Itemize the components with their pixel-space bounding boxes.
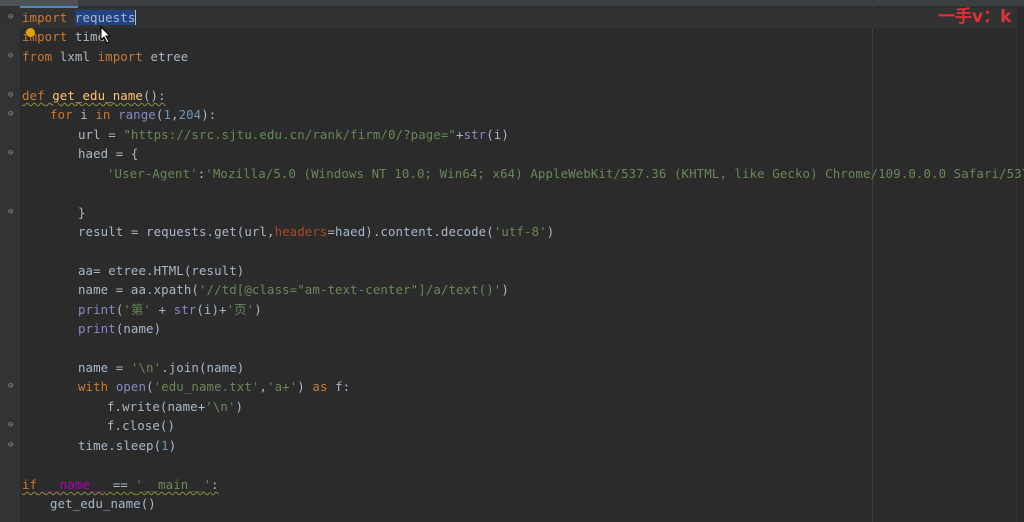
code-text: if __name__ == '__main__': [22, 477, 219, 492]
code-line[interactable]: url = "https://src.sjtu.edu.cn/rank/firm… [0, 125, 1016, 145]
editor-tab[interactable] [196, 0, 304, 6]
code-line[interactable]: name = '\n'.join(name) [0, 358, 1016, 378]
code-text: get_edu_name() [50, 496, 156, 511]
code-line[interactable]: result = requests.get(url,headers=haed).… [0, 222, 1016, 242]
fold-marker-icon[interactable]: ⊖ [8, 13, 15, 22]
code-text: print(name) [78, 321, 162, 336]
fold-marker-icon[interactable]: ⊖ [8, 52, 15, 61]
fold-marker-icon[interactable]: ⊖ [8, 110, 15, 119]
code-line[interactable]: ⊖ f.close() [0, 416, 1016, 436]
editor-tab[interactable] [310, 0, 400, 6]
code-line[interactable]: ⊖ for i in range(1,204): [0, 105, 1016, 125]
code-text: 'User-Agent':'Mozilla/5.0 (Windows NT 10… [107, 166, 1024, 181]
code-text: time.sleep(1) [78, 438, 177, 453]
code-line[interactable]: 'User-Agent':'Mozilla/5.0 (Windows NT 10… [0, 164, 1024, 184]
code-line[interactable]: ⊖ def get_edu_name(): [0, 86, 1016, 106]
code-line[interactable]: ⊖ import requests [0, 8, 1016, 28]
fold-marker-icon[interactable]: ⊖ [8, 382, 15, 391]
fold-marker-icon[interactable]: ⊖ [8, 149, 15, 158]
fold-marker-icon[interactable]: ⊖ [8, 91, 15, 100]
code-line[interactable]: print('第' + str(i)+'页') [0, 300, 1016, 320]
code-line[interactable]: aa= etree.HTML(result) [0, 261, 1016, 281]
code-text: def get_edu_name(): [22, 88, 166, 103]
code-text: for i in range(1,204): [50, 107, 217, 122]
code-text: aa= etree.HTML(result) [78, 263, 245, 278]
code-text: from lxml import etree [22, 49, 189, 64]
text-caret [135, 10, 137, 25]
code-text: url = "https://src.sjtu.edu.cn/rank/firm… [78, 127, 509, 142]
code-line[interactable]: ⊖ haed = { [0, 144, 1016, 164]
code-text: f.write(name+'\n') [107, 399, 244, 414]
code-line[interactable]: if __name__ == '__main__': [0, 475, 1016, 495]
code-line[interactable]: get_edu_name() [0, 494, 1016, 514]
code-line[interactable]: import time [0, 27, 1016, 47]
fold-marker-icon[interactable]: ⊖ [8, 208, 15, 217]
watermark-text: 一手v：k [938, 7, 1012, 27]
code-text: with open('edu_name.txt','a+') as f: [78, 379, 351, 394]
intention-bulb-icon[interactable] [26, 28, 35, 37]
code-text: name = aa.xpath('//td[@class="am-text-ce… [78, 282, 509, 297]
code-text: result = requests.get(url,headers=haed).… [78, 224, 555, 239]
editor-tab-bar[interactable] [0, 0, 1024, 8]
code-text: import requests [22, 10, 137, 25]
code-line[interactable]: ⊖ from lxml import etree [0, 47, 1016, 67]
code-text: haed = { [78, 146, 139, 161]
fold-marker-icon[interactable]: ⊖ [8, 421, 15, 430]
vertical-scrollbar[interactable] [1016, 6, 1024, 522]
code-line[interactable]: ⊖ time.sleep(1) [0, 436, 1016, 456]
mouse-pointer-icon [100, 26, 112, 44]
code-text: } [78, 205, 86, 220]
fold-marker-icon[interactable]: ⊖ [8, 441, 15, 450]
code-line[interactable]: ⊖ } [0, 203, 1016, 223]
code-line[interactable]: ⊖ with open('edu_name.txt','a+') as f: [0, 377, 1016, 397]
code-text: print('第' + str(i)+'页') [78, 302, 262, 317]
editor-tab[interactable] [90, 0, 186, 6]
code-line[interactable]: f.write(name+'\n') [0, 397, 1016, 417]
code-text: f.close() [107, 418, 176, 433]
code-line[interactable]: name = aa.xpath('//td[@class="am-text-ce… [0, 280, 1016, 300]
code-text: name = '\n'.join(name) [78, 360, 245, 375]
code-line[interactable]: print(name) [0, 319, 1016, 339]
